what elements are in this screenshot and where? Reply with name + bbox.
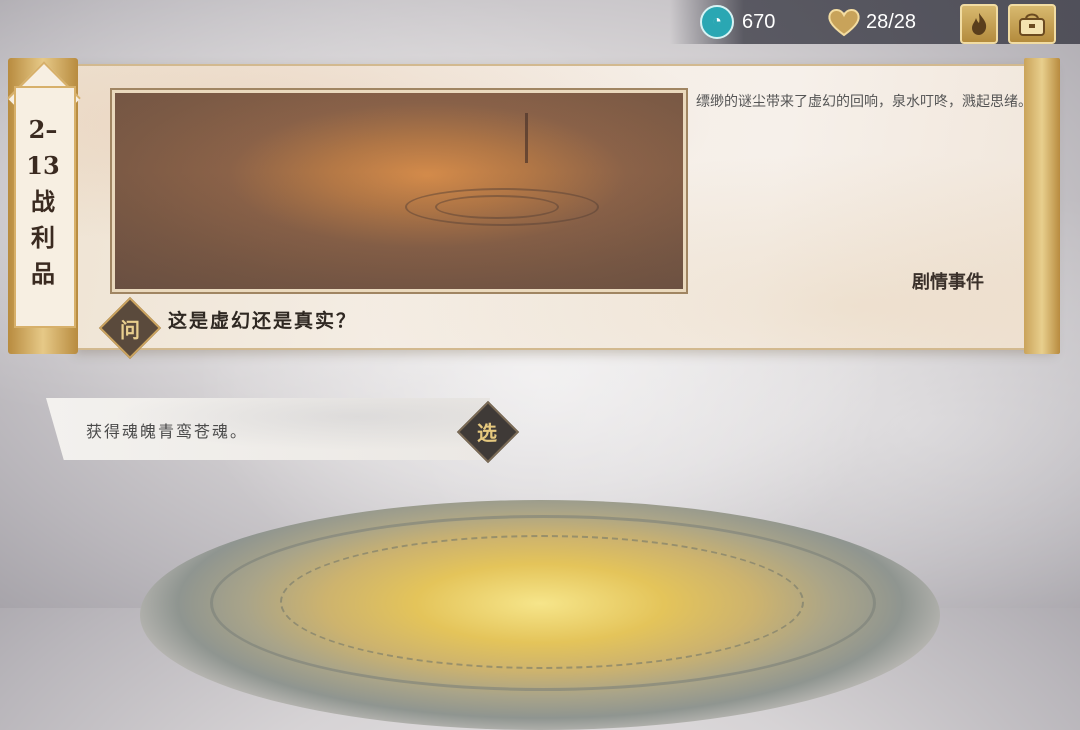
spirit-resource: ◔ 670 xyxy=(700,5,776,39)
bag-icon xyxy=(1019,13,1045,36)
event-type-label: 剧情事件 xyxy=(912,272,984,293)
flame-icon xyxy=(972,13,987,35)
event-description: 缥缈的谜尘带来了虚幻的回响，泉水叮咚，溅起思绪。 xyxy=(696,94,1032,110)
bag-button[interactable] xyxy=(1008,4,1056,44)
flame-button[interactable] xyxy=(960,4,998,44)
question-text: 这是虚幻还是真实？ xyxy=(168,310,358,332)
platform-ring-inner xyxy=(280,535,804,669)
stamina-value: 28/28 xyxy=(866,10,917,33)
distant-pillar xyxy=(525,113,528,163)
water-ripple-inner xyxy=(435,195,559,219)
stamina-resource: 28/28 xyxy=(826,6,916,38)
spirit-orb-icon: ◔ xyxy=(700,5,734,39)
heart-icon xyxy=(828,9,860,37)
chapter-label: 2– 13 战 利 品 xyxy=(26,115,60,288)
event-illustration xyxy=(110,88,688,294)
question-badge-char: 问 xyxy=(120,317,140,342)
spirit-value: 670 xyxy=(742,10,776,33)
choice-option-text[interactable]: 获得魂魄青鸾苍魂。 xyxy=(86,418,248,442)
water-ripple xyxy=(405,188,599,226)
select-badge-char[interactable]: 选 xyxy=(464,408,510,454)
